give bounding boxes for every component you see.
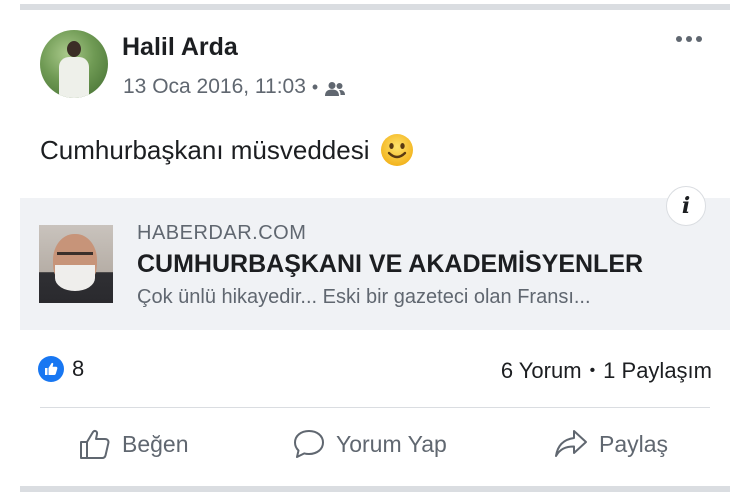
link-thumbnail[interactable] bbox=[39, 225, 113, 303]
share-button[interactable]: Paylaş bbox=[553, 428, 668, 460]
reaction-count: 8 bbox=[72, 356, 85, 381]
comment-button[interactable]: Yorum Yap bbox=[292, 428, 447, 460]
post-meta: 13 Oca 2016, 11:03 • bbox=[123, 75, 346, 99]
share-arrow-icon bbox=[555, 430, 587, 457]
like-label: Beğen bbox=[122, 430, 189, 457]
like-button[interactable]: Beğen bbox=[78, 428, 189, 460]
share-label: Paylaş bbox=[599, 430, 669, 457]
friends-icon[interactable] bbox=[324, 79, 346, 96]
link-title[interactable]: CUMHURBAŞKANI VE AKADEMİSYENLER bbox=[137, 250, 643, 279]
author-name[interactable]: Halil Arda bbox=[122, 33, 238, 62]
smiley-emoji-icon bbox=[380, 133, 414, 167]
comment-count[interactable]: 6 Yorum bbox=[501, 358, 582, 384]
post-timestamp[interactable]: 13 Oca 2016, 11:03 bbox=[123, 75, 306, 99]
more-options-icon[interactable] bbox=[676, 36, 702, 42]
link-preview-card[interactable]: HABERDAR.COM CUMHURBAŞKANI VE AKADEMİSYE… bbox=[20, 198, 730, 330]
link-description: Çok ünlü hikayedir... Eski bir gazeteci … bbox=[137, 286, 591, 308]
top-divider bbox=[20, 4, 730, 10]
link-domain: HABERDAR.COM bbox=[137, 222, 307, 244]
meta-separator: • bbox=[311, 76, 319, 97]
thumbs-up-icon bbox=[80, 429, 110, 459]
post-text: Cumhurbaşkanı müsveddesi bbox=[40, 133, 414, 167]
post-text-content: Cumhurbaşkanı müsveddesi bbox=[40, 134, 370, 165]
comment-bubble-icon bbox=[294, 430, 324, 458]
engagement-stats: 6 Yorum • 1 Paylaşım bbox=[501, 358, 712, 384]
like-reaction-icon bbox=[38, 356, 64, 382]
actions-divider bbox=[40, 407, 710, 408]
bottom-divider bbox=[20, 486, 730, 492]
reactions-summary[interactable]: 8 bbox=[38, 356, 84, 382]
share-count[interactable]: 1 Paylaşım bbox=[603, 358, 712, 384]
comment-label: Yorum Yap bbox=[336, 430, 447, 457]
author-avatar[interactable] bbox=[40, 30, 108, 98]
info-button[interactable]: i bbox=[666, 186, 706, 226]
stats-separator: • bbox=[589, 362, 596, 379]
